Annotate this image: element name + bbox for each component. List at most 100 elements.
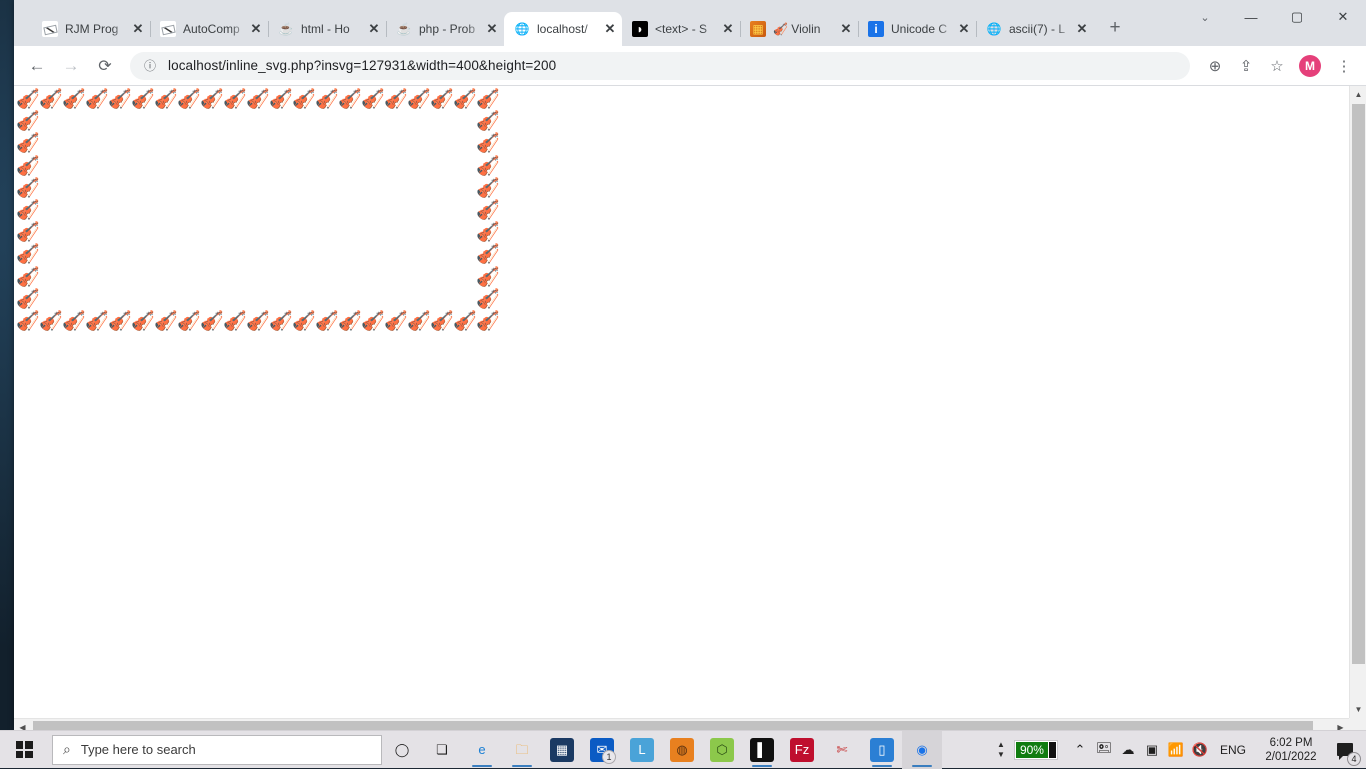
- browser-tab[interactable]: 🌐localhost/✕: [504, 12, 622, 46]
- nodejs-taskbar-button[interactable]: ⬡: [702, 731, 742, 769]
- tab-close-icon[interactable]: ✕: [1074, 21, 1090, 37]
- start-button[interactable]: [0, 731, 48, 769]
- vertical-scrollbar[interactable]: ▲ ▼: [1349, 86, 1366, 735]
- black-square-icon: ◗: [632, 21, 648, 37]
- chrome-menu-icon[interactable]: ⋮: [1330, 52, 1358, 80]
- taskbar-search-input[interactable]: ⌕ Type here to search: [52, 735, 382, 765]
- clock[interactable]: 6:02 PM 2/01/2022: [1254, 736, 1328, 764]
- violin-emoji: 🎻: [407, 90, 431, 109]
- tab-close-icon[interactable]: ✕: [366, 21, 382, 37]
- task-view-icon: ❏: [430, 738, 454, 762]
- share-icon[interactable]: ⇪: [1232, 52, 1260, 80]
- mail-taskbar-button[interactable]: ✉1: [582, 731, 622, 769]
- violin-emoji: 🎻: [223, 312, 247, 331]
- violin-emoji: 🎻: [269, 312, 293, 331]
- tab-close-icon[interactable]: ✕: [602, 21, 618, 37]
- violin-emoji: 🎻: [131, 312, 155, 331]
- minimize-button[interactable]: —: [1228, 0, 1274, 34]
- forward-button[interactable]: →: [56, 51, 86, 81]
- tab-close-icon[interactable]: ✕: [838, 21, 854, 37]
- violin-emoji: 🎻: [16, 179, 40, 198]
- cortana-taskbar-button[interactable]: ◯: [382, 731, 422, 769]
- system-tray: ▲▼ 90% ⌃ 🖭☁▣📶🔇 ENG 6:02 PM 2/01/2022 4: [992, 731, 1366, 769]
- windows-logo-icon: [16, 741, 33, 758]
- back-button[interactable]: ←: [22, 51, 52, 81]
- onedrive-camera-icon[interactable]: 🖭: [1092, 731, 1116, 769]
- show-hidden-icons-chevron[interactable]: ⌃: [1068, 731, 1092, 769]
- command-prompt-taskbar-button[interactable]: ▌: [742, 731, 782, 769]
- onedrive-cloud-icon[interactable]: ☁: [1116, 731, 1140, 769]
- lightshot-taskbar-button[interactable]: L: [622, 731, 662, 769]
- edge-taskbar-button[interactable]: e: [462, 731, 502, 769]
- microsoft-store-taskbar-button[interactable]: ▦: [542, 731, 582, 769]
- violin-emoji: 🎻: [108, 312, 132, 331]
- url-text: localhost/inline_svg.php?insvg=127931&wi…: [168, 58, 556, 73]
- window-controls: ⌄—▢✕: [1182, 0, 1366, 34]
- taskbar-badge: 1: [602, 750, 616, 764]
- violin-emoji: 🎻: [476, 90, 500, 109]
- address-bar[interactable]: ⓘ localhost/inline_svg.php?insvg=127931&…: [130, 52, 1190, 80]
- task-view-taskbar-button[interactable]: ❏: [422, 731, 462, 769]
- violin-emoji: 🎻: [39, 90, 63, 109]
- battery-indicator[interactable]: 90%: [1014, 740, 1058, 760]
- tab-close-icon[interactable]: ✕: [248, 21, 264, 37]
- browser-tab[interactable]: ☕html - Ho✕: [268, 12, 386, 46]
- zoom-icon[interactable]: ⊕: [1201, 52, 1229, 80]
- tab-close-icon[interactable]: ✕: [130, 21, 146, 37]
- violin-emoji: 🎻: [39, 312, 63, 331]
- language-indicator[interactable]: ENG: [1212, 743, 1254, 757]
- browser-tab[interactable]: RJM Prog✕: [32, 12, 150, 46]
- violin-emoji: 🎻: [16, 201, 40, 220]
- browser-tab[interactable]: ▦🎻 Violin✕: [740, 12, 858, 46]
- violin-emoji: 🎻: [16, 290, 40, 309]
- notification-count-badge: 4: [1347, 752, 1361, 766]
- violin-emoji: 🎻: [476, 268, 500, 287]
- nvidia-display-icon[interactable]: ▣: [1140, 731, 1164, 769]
- phone-link-taskbar-button[interactable]: ▯: [862, 731, 902, 769]
- scroll-down-arrow[interactable]: ▼: [1350, 701, 1366, 718]
- scroll-up-arrow[interactable]: ▲: [1350, 86, 1366, 103]
- file-explorer-taskbar-button[interactable]: 🗀: [502, 731, 542, 769]
- snipping-tool-taskbar-button[interactable]: ✄: [822, 731, 862, 769]
- profile-avatar[interactable]: M: [1299, 55, 1321, 77]
- bookmark-star-icon[interactable]: ☆: [1263, 52, 1291, 80]
- gimp-taskbar-button[interactable]: ◍: [662, 731, 702, 769]
- site-info-icon[interactable]: ⓘ: [142, 58, 158, 74]
- tab-close-icon[interactable]: ✕: [956, 21, 972, 37]
- filezilla-taskbar-button[interactable]: Fz: [782, 731, 822, 769]
- volume-muted-icon[interactable]: 🔇: [1188, 731, 1212, 769]
- page-viewport: 🎻🎻🎻🎻🎻🎻🎻🎻🎻🎻🎻🎻🎻🎻🎻🎻🎻🎻🎻🎻🎻🎻🎻🎻🎻🎻🎻🎻🎻🎻🎻🎻🎻🎻🎻🎻🎻🎻🎻🎻…: [14, 86, 1366, 735]
- nodejs-icon: ⬡: [710, 738, 734, 762]
- browser-tab[interactable]: AutoComp✕: [150, 12, 268, 46]
- violin-emoji: 🎻: [16, 112, 40, 131]
- vertical-scrollbar-thumb[interactable]: [1352, 104, 1365, 664]
- violin-emoji: 🎻: [108, 90, 132, 109]
- tab-close-icon[interactable]: ✕: [720, 21, 736, 37]
- browser-tab[interactable]: iUnicode C✕: [858, 12, 976, 46]
- globe-icon: 🌐: [986, 21, 1002, 37]
- violin-emoji: 🎻: [246, 312, 270, 331]
- cortana-icon: ◯: [390, 738, 414, 762]
- chrome-taskbar-button[interactable]: ◉: [902, 731, 942, 769]
- browser-tab[interactable]: ☕php - Prob✕: [386, 12, 504, 46]
- browser-tab[interactable]: 🌐ascii(7) - L✕: [976, 12, 1094, 46]
- running-indicator: [472, 765, 492, 767]
- new-tab-button[interactable]: +: [1100, 13, 1130, 43]
- close-button[interactable]: ✕: [1320, 0, 1366, 34]
- tab-search-chevron-button[interactable]: ⌄: [1182, 0, 1228, 34]
- tab-title: localhost/: [537, 22, 602, 36]
- wifi-icon[interactable]: 📶: [1164, 731, 1188, 769]
- tab-close-icon[interactable]: ✕: [484, 21, 500, 37]
- tray-overflow-arrows[interactable]: ▲▼: [992, 731, 1010, 769]
- violin-emoji: 🎻: [338, 312, 362, 331]
- maximize-button[interactable]: ▢: [1274, 0, 1320, 34]
- violin-emoji: 🎻: [131, 90, 155, 109]
- clock-time: 6:02 PM: [1262, 736, 1320, 750]
- tab-title: php - Prob: [419, 22, 484, 36]
- violin-emoji: 🎻: [430, 312, 454, 331]
- violin-emoji: 🎻: [177, 312, 201, 331]
- windows-taskbar: ⌕ Type here to search ◯ ❏ e🗀▦✉1L◍ ⬡ ▌Fz✄▯◉ ▲…: [0, 730, 1366, 768]
- browser-tab[interactable]: ◗<text> - S✕: [622, 12, 740, 46]
- notification-center-button[interactable]: 4: [1328, 731, 1362, 769]
- reload-button[interactable]: ⟳: [90, 51, 120, 81]
